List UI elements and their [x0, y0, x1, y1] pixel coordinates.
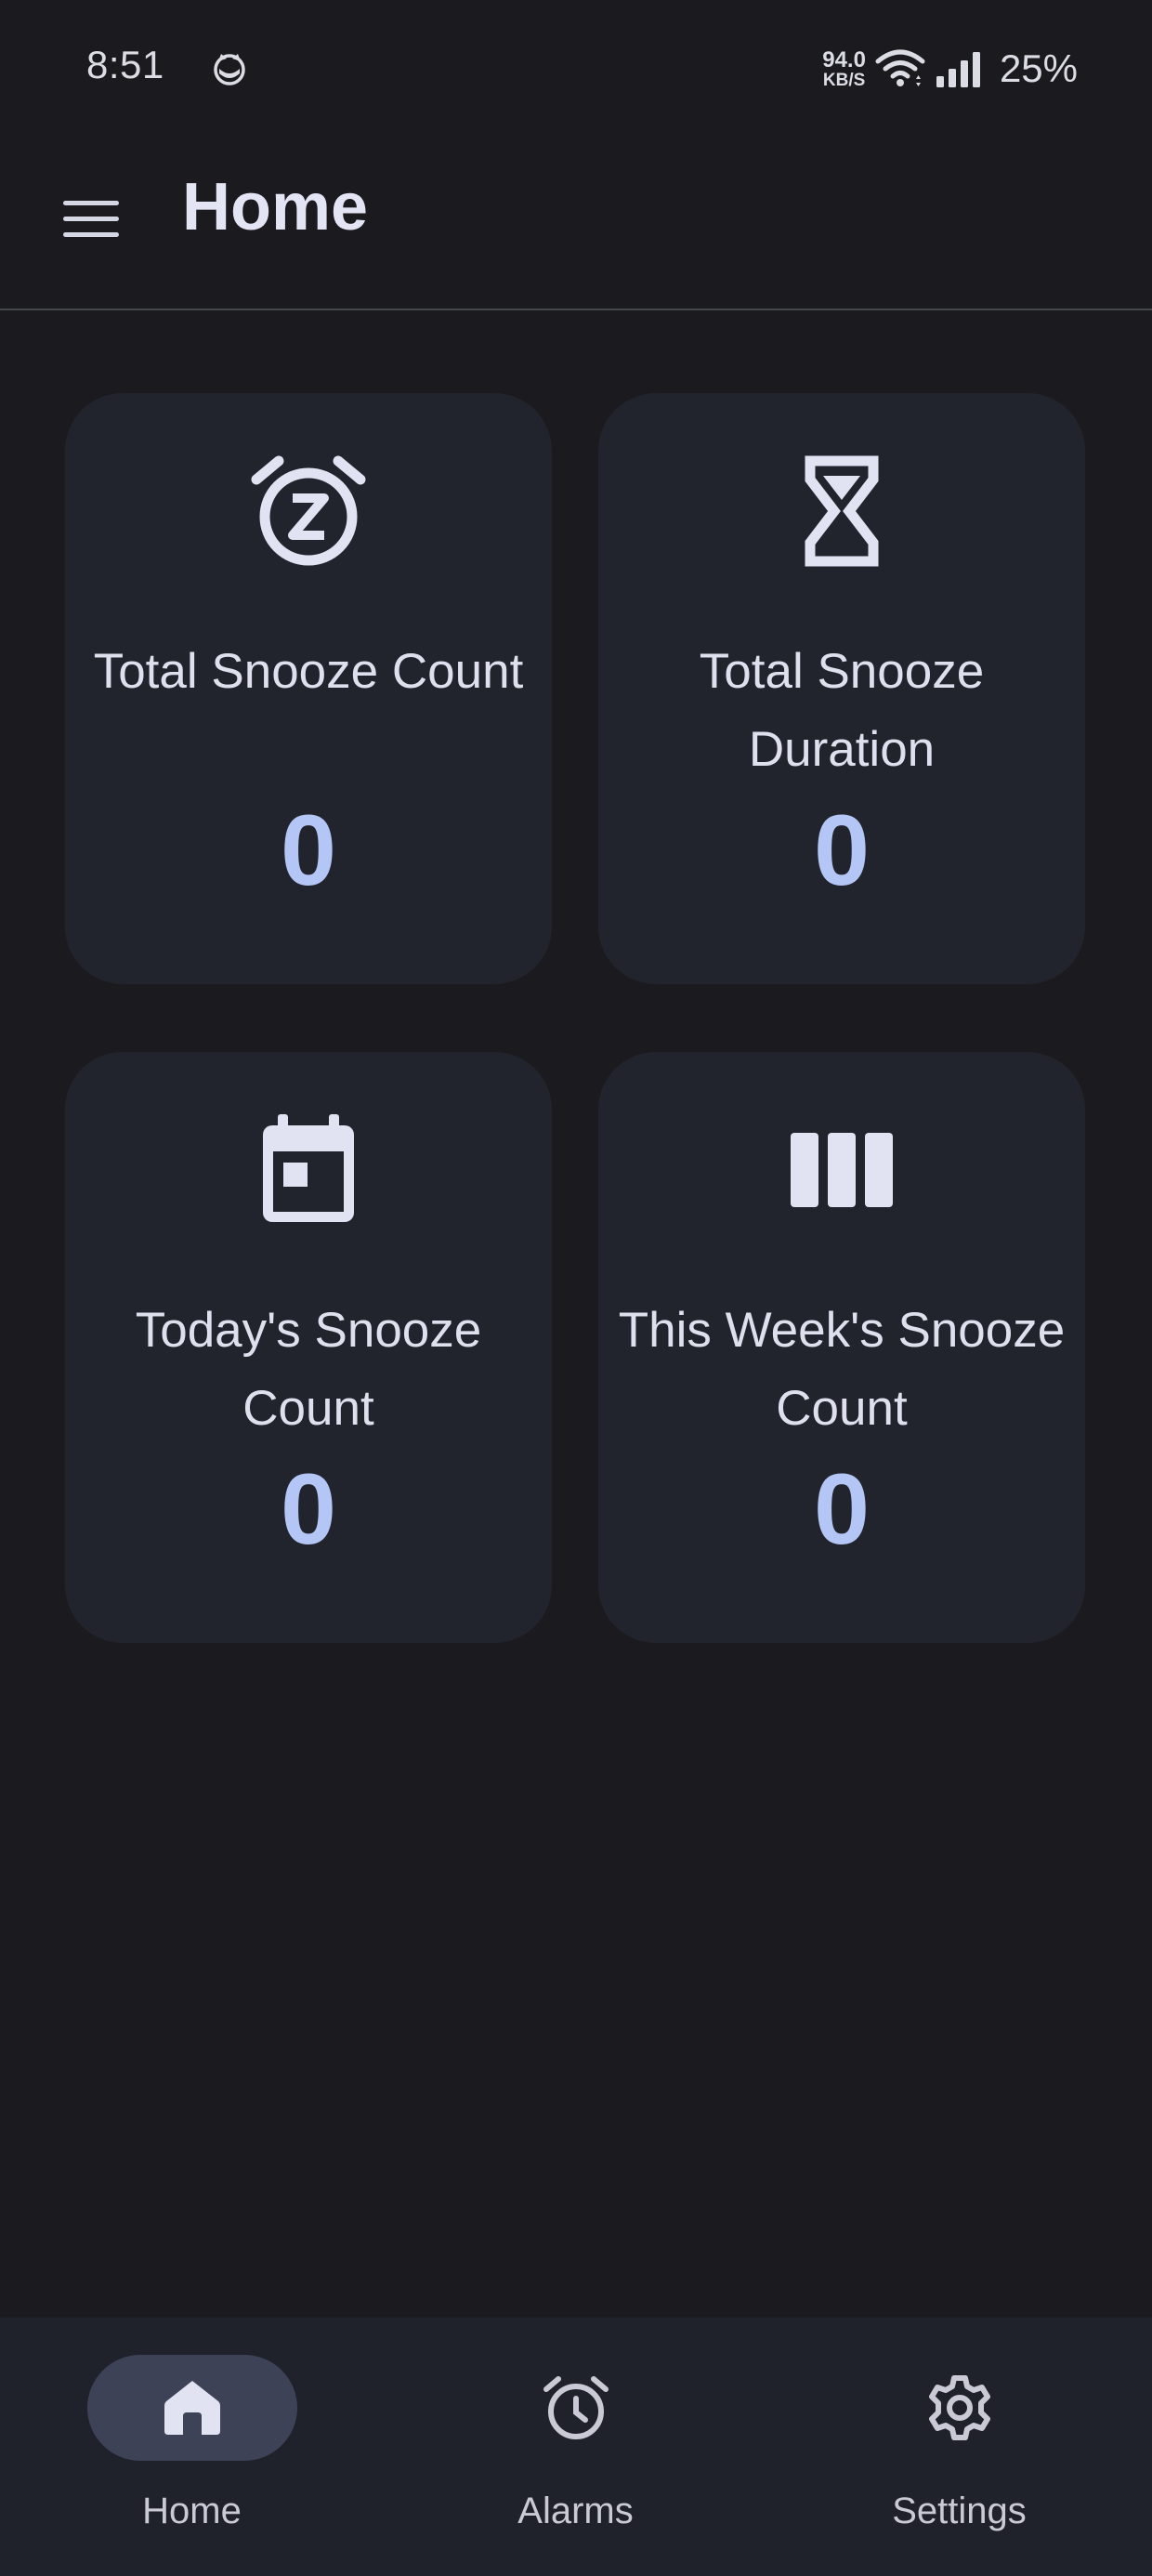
nav-active-indicator: [86, 2355, 297, 2461]
network-speed-value: 94.0: [822, 46, 866, 72]
page-title: Home: [182, 170, 369, 244]
stat-card-label: This Week's Snooze Count: [618, 1303, 1066, 1436]
cat-face-icon: [214, 54, 245, 85]
battery-level: 25%: [999, 46, 1078, 90]
stat-card-value: 0: [280, 1452, 337, 1565]
snooze-alarm-icon: [248, 451, 369, 572]
status-icons: 94.0 KB/S 25%: [822, 41, 1078, 97]
nav-label-home: Home: [142, 2491, 242, 2531]
stat-card-todays-snooze-count[interactable]: Today's Snooze Count 0: [65, 1052, 552, 1643]
stat-card-value: 0: [280, 794, 337, 906]
week-columns-icon: [781, 1110, 902, 1230]
hamburger-menu-icon: [63, 201, 119, 237]
alarm-clock-icon: [543, 2376, 609, 2439]
stat-card-label: Today's Snooze Count: [135, 1303, 482, 1436]
calendar-today-icon: [248, 1110, 369, 1230]
nav-label-alarms: Alarms: [517, 2491, 634, 2531]
stat-card-this-weeks-snooze-count[interactable]: This Week's Snooze Count 0: [598, 1052, 1085, 1643]
bottom-navigation-bar: Home Alarms Settings: [0, 2318, 1152, 2576]
nav-item-alarms[interactable]: Alarms: [384, 2318, 767, 2576]
network-speed-unit: KB/S: [822, 70, 866, 90]
stat-card-label: Total Snooze Duration: [699, 644, 985, 777]
network-speed: 94.0 KB/S: [822, 46, 866, 90]
menu-button[interactable]: [48, 177, 134, 262]
nav-indicator: [855, 2355, 1065, 2461]
stat-card-total-snooze-duration[interactable]: Total Snooze Duration 0: [598, 393, 1085, 984]
home-screen: 8:51 94.0 KB/S 25% Home Total Snooze Cou…: [0, 0, 1152, 2576]
hourglass-icon: [781, 451, 902, 572]
wifi-icon: [875, 49, 925, 86]
status-bar: 8:51 94.0 KB/S 25%: [0, 0, 1152, 130]
settings-gear-icon: [928, 2375, 990, 2440]
top-app-bar: Home: [0, 130, 1152, 310]
status-time: 8:51: [86, 43, 164, 86]
home-icon: [164, 2381, 220, 2435]
cell-signal-icon: [936, 52, 980, 87]
nav-item-home[interactable]: Home: [0, 2318, 384, 2576]
nav-indicator: [471, 2355, 681, 2461]
stat-card-label: Total Snooze Count: [93, 644, 524, 699]
nav-item-settings[interactable]: Settings: [767, 2318, 1151, 2576]
stat-card-value: 0: [813, 1452, 871, 1565]
stat-card-value: 0: [813, 794, 871, 906]
nav-label-settings: Settings: [892, 2491, 1027, 2531]
stat-card-total-snooze-count[interactable]: Total Snooze Count 0: [65, 393, 552, 984]
